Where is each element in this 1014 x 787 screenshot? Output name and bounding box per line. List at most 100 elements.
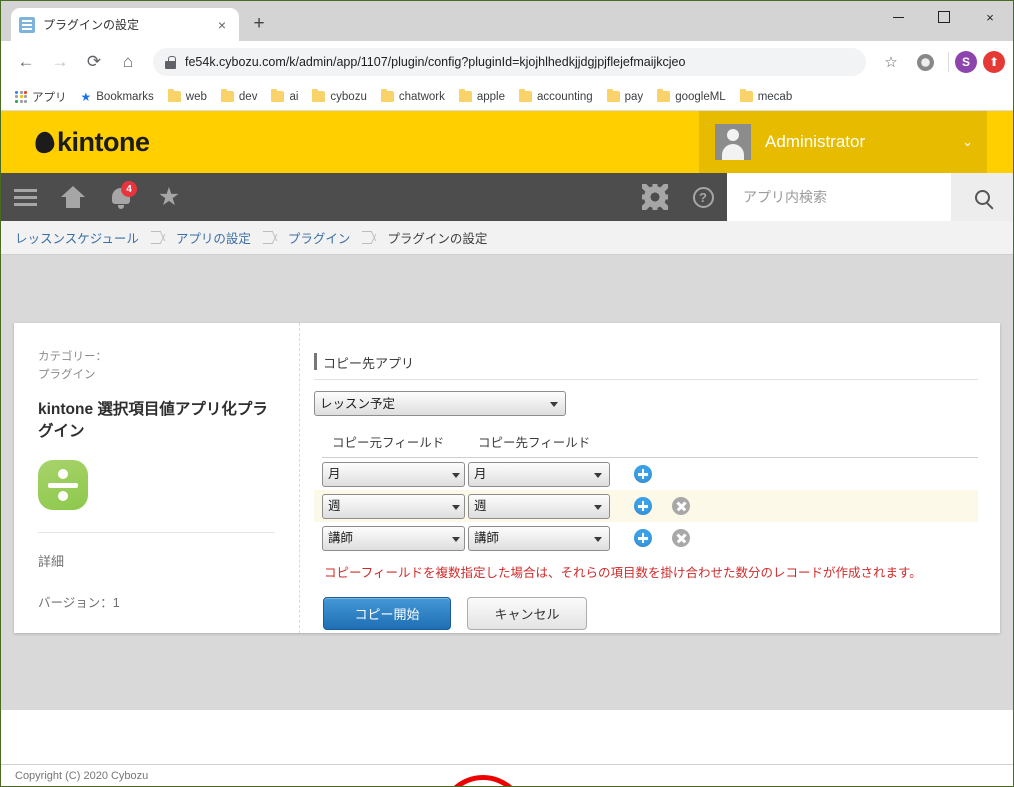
bell-icon[interactable]: 4: [97, 173, 145, 221]
add-icon: [634, 465, 652, 483]
tab-favicon-icon: [19, 16, 35, 33]
user-menu[interactable]: Administrator ⌄: [699, 111, 987, 173]
forward-button[interactable]: →: [45, 47, 75, 77]
search-input[interactable]: [741, 188, 951, 206]
user-name: Administrator: [765, 132, 866, 151]
hamburger-menu-icon[interactable]: [1, 173, 49, 221]
bookmark-star-icon[interactable]: ☆: [876, 47, 906, 77]
bookmark-label: chatwork: [398, 90, 445, 103]
url-text: fe54k.cybozu.com/k/admin/app/1107/plugin…: [185, 55, 686, 69]
kintone-logo[interactable]: kintone: [33, 127, 150, 158]
window-controls: ×: [875, 1, 1013, 33]
star-icon: ★: [80, 89, 92, 104]
add-icon: [634, 529, 652, 547]
add-row-button[interactable]: [630, 493, 656, 519]
chevron-right-icon: [364, 230, 373, 245]
cancel-button[interactable]: キャンセル: [467, 597, 587, 630]
folder-icon: [657, 89, 671, 102]
plugin-config-form: コピー先アプリ レッスン予定 コピー元フィールド コピー先フィールド 月 月 週…: [300, 323, 1000, 633]
home-icon[interactable]: [49, 173, 97, 221]
bookmark-item-googleml[interactable]: googleML: [651, 89, 732, 105]
section-title: コピー先アプリ: [314, 353, 1000, 372]
app-search-field[interactable]: [727, 173, 951, 221]
search-button[interactable]: [951, 173, 1013, 221]
bookmark-item-apple[interactable]: apple: [453, 89, 511, 105]
tab-title: プラグインの設定: [43, 18, 140, 32]
browser-toolbar: ← → ⟳ ⌂ fe54k.cybozu.com/k/admin/app/110…: [1, 41, 1013, 83]
home-button[interactable]: ⌂: [113, 47, 143, 77]
browser-window: プラグインの設定 × + × ← → ⟳ ⌂ fe54k.cybozu.com/…: [0, 0, 1014, 787]
apps-grid-icon: [15, 90, 27, 103]
gear-icon[interactable]: [631, 173, 679, 221]
folder-icon: [458, 89, 472, 102]
bookmark-item-mecab[interactable]: mecab: [734, 89, 799, 105]
extensions-icon[interactable]: [910, 47, 940, 77]
source-field-cell: 講師: [322, 525, 468, 551]
add-row-button[interactable]: [630, 461, 656, 487]
panel-divider: [38, 531, 275, 533]
star-icon[interactable]: ★: [145, 173, 193, 221]
target-field-select[interactable]: 講師: [468, 525, 610, 551]
folder-icon: [519, 89, 533, 102]
bookmark-item-web[interactable]: web: [162, 89, 213, 105]
browser-titlebar: プラグインの設定 × + ×: [1, 1, 1013, 41]
browser-tab[interactable]: プラグインの設定 ×: [11, 8, 239, 41]
plugin-category-label: カテゴリー：: [38, 351, 107, 363]
target-app-select[interactable]: レッスン予定: [314, 391, 566, 416]
breadcrumb-item-plugin-settings: プラグインの設定: [387, 232, 488, 246]
target-field-cell: 週: [468, 493, 610, 519]
target-field-select[interactable]: 月: [468, 461, 610, 487]
bookmark-label: accounting: [537, 90, 593, 103]
toolbar-divider: [948, 52, 949, 72]
kintone-logo-mark-icon: [33, 129, 56, 155]
bookmark-item-bookmarks[interactable]: ★ Bookmarks: [75, 88, 160, 106]
bookmark-label: mecab: [757, 90, 793, 103]
bookmark-item-ai[interactable]: ai: [265, 89, 304, 105]
source-field-select[interactable]: 週: [322, 493, 465, 519]
address-bar[interactable]: fe54k.cybozu.com/k/admin/app/1107/plugin…: [153, 48, 866, 76]
add-row-button[interactable]: [630, 525, 656, 551]
back-button[interactable]: ←: [11, 47, 41, 77]
bookmark-item-pay[interactable]: pay: [601, 89, 650, 105]
breadcrumb-item-app[interactable]: レッスンスケジュール: [15, 228, 139, 247]
table-row: 週 週: [314, 490, 978, 522]
bookmark-item-dev[interactable]: dev: [215, 89, 264, 105]
folder-icon: [606, 89, 620, 102]
window-minimize-button[interactable]: [875, 1, 921, 33]
remove-row-button[interactable]: [668, 525, 694, 551]
bookmark-item-chatwork[interactable]: chatwork: [375, 89, 451, 105]
target-field-select[interactable]: 週: [468, 493, 610, 519]
folder-icon: [220, 89, 234, 102]
new-tab-button[interactable]: +: [245, 10, 273, 38]
update-icon[interactable]: ⬆: [983, 51, 1005, 73]
plugin-info-panel: カテゴリー： プラグイン kintone 選択項目値アプリ化プラグイン 詳細 バ…: [14, 323, 300, 633]
bookmark-item-accounting[interactable]: accounting: [513, 89, 599, 105]
reload-button[interactable]: ⟳: [79, 47, 109, 77]
bookmark-item-cybozu[interactable]: cybozu: [306, 89, 372, 105]
remove-row-button[interactable]: [668, 493, 694, 519]
source-field-select[interactable]: 月: [322, 461, 465, 487]
profile-avatar[interactable]: S: [955, 51, 977, 73]
kintone-header: kintone Administrator ⌄: [1, 111, 1013, 173]
divide-icon: [38, 459, 88, 510]
target-app-select-wrap: レッスン予定: [314, 391, 566, 416]
source-field-select[interactable]: 講師: [322, 525, 465, 551]
chevron-down-icon: ⌄: [962, 134, 973, 149]
help-icon[interactable]: ?: [679, 173, 727, 221]
window-close-button[interactable]: ×: [967, 1, 1013, 33]
bookmark-label: Bookmarks: [96, 90, 154, 103]
window-maximize-button[interactable]: [921, 1, 967, 33]
breadcrumb-item-plugin[interactable]: プラグイン: [288, 228, 351, 247]
kintone-toolbar: 4 ★ ?: [1, 173, 1013, 221]
tab-close-icon[interactable]: ×: [213, 16, 231, 34]
folder-icon: [739, 89, 753, 102]
breadcrumb-item-app-settings[interactable]: アプリの設定: [176, 228, 251, 247]
warning-message: コピーフィールドを複数指定した場合は、それらの項目数を掛け合わせた数分のレコード…: [324, 566, 922, 580]
bookmark-label: ai: [289, 90, 299, 103]
start-copy-button[interactable]: コピー開始: [323, 597, 451, 630]
chevron-right-icon: [265, 230, 274, 245]
bookmark-item-apps[interactable]: アプリ: [9, 87, 73, 107]
chevron-right-icon: [153, 230, 162, 245]
form-actions: コピー開始 キャンセル: [314, 597, 1000, 630]
folder-icon: [167, 89, 181, 102]
